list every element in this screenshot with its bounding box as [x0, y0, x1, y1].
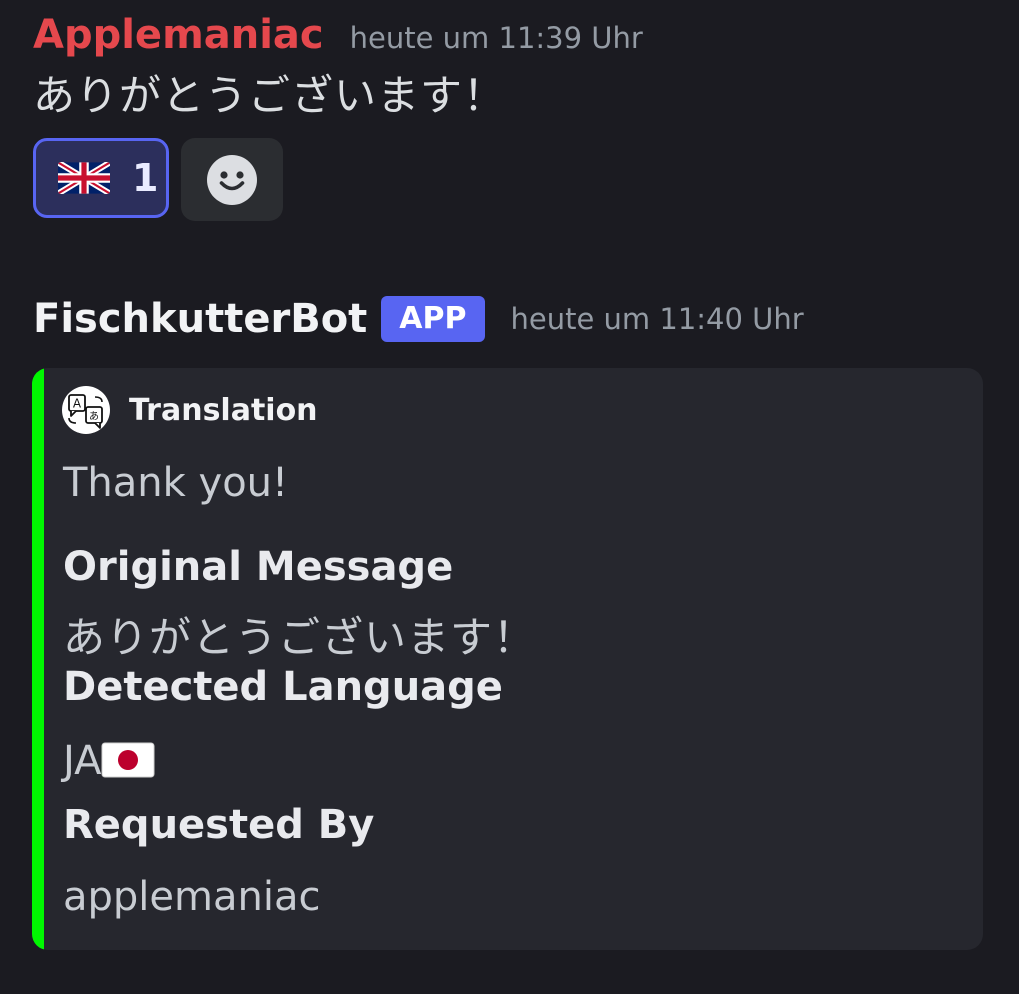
translate-icon: A あ	[62, 386, 110, 434]
message-header: Applemaniac heute um 11:39 Uhr	[33, 12, 643, 58]
field-name-original-message: Original Message	[63, 544, 454, 590]
field-value-detected-language: JA	[63, 738, 155, 784]
field-value-requested-by: applemaniac	[63, 874, 321, 920]
embed-accent-bar	[32, 368, 44, 950]
svg-text:あ: あ	[89, 411, 99, 423]
author-name[interactable]: Applemaniac	[33, 12, 324, 58]
smiley-icon	[207, 154, 257, 205]
language-code: JA	[63, 738, 102, 784]
field-name-requested-by: Requested By	[63, 802, 375, 848]
embed-author-name: Translation	[129, 392, 318, 428]
add-reaction-button[interactable]	[181, 138, 283, 221]
reaction-bar: 1	[33, 138, 283, 221]
message-content: ありがとうございます！	[33, 71, 507, 120]
field-name-detected-language: Detected Language	[63, 664, 503, 710]
field-value-original-message: ありがとうございます！	[63, 613, 537, 662]
message-timestamp: heute um 11:39 Uhr	[349, 21, 643, 55]
author-name[interactable]: FischkutterBot	[33, 296, 367, 342]
message-timestamp: heute um 11:40 Uhr	[510, 302, 804, 336]
embed-author: A あ Translation	[62, 386, 318, 434]
message-header-bot: FischkutterBot APP heute um 11:40 Uhr	[33, 296, 804, 342]
uk-flag-icon	[58, 162, 110, 194]
japan-flag-icon	[101, 742, 155, 778]
reaction-uk-flag[interactable]: 1	[33, 138, 169, 218]
svg-text:A: A	[73, 397, 82, 411]
translation-embed: A あ Translation Thank you! Original Mess…	[32, 368, 983, 950]
message-applemaniac: Applemaniac heute um 11:39 Uhr ありがとうございま…	[33, 12, 643, 123]
reaction-count: 1	[132, 156, 159, 200]
translated-text: Thank you!	[63, 460, 289, 506]
app-badge: APP	[381, 296, 485, 342]
